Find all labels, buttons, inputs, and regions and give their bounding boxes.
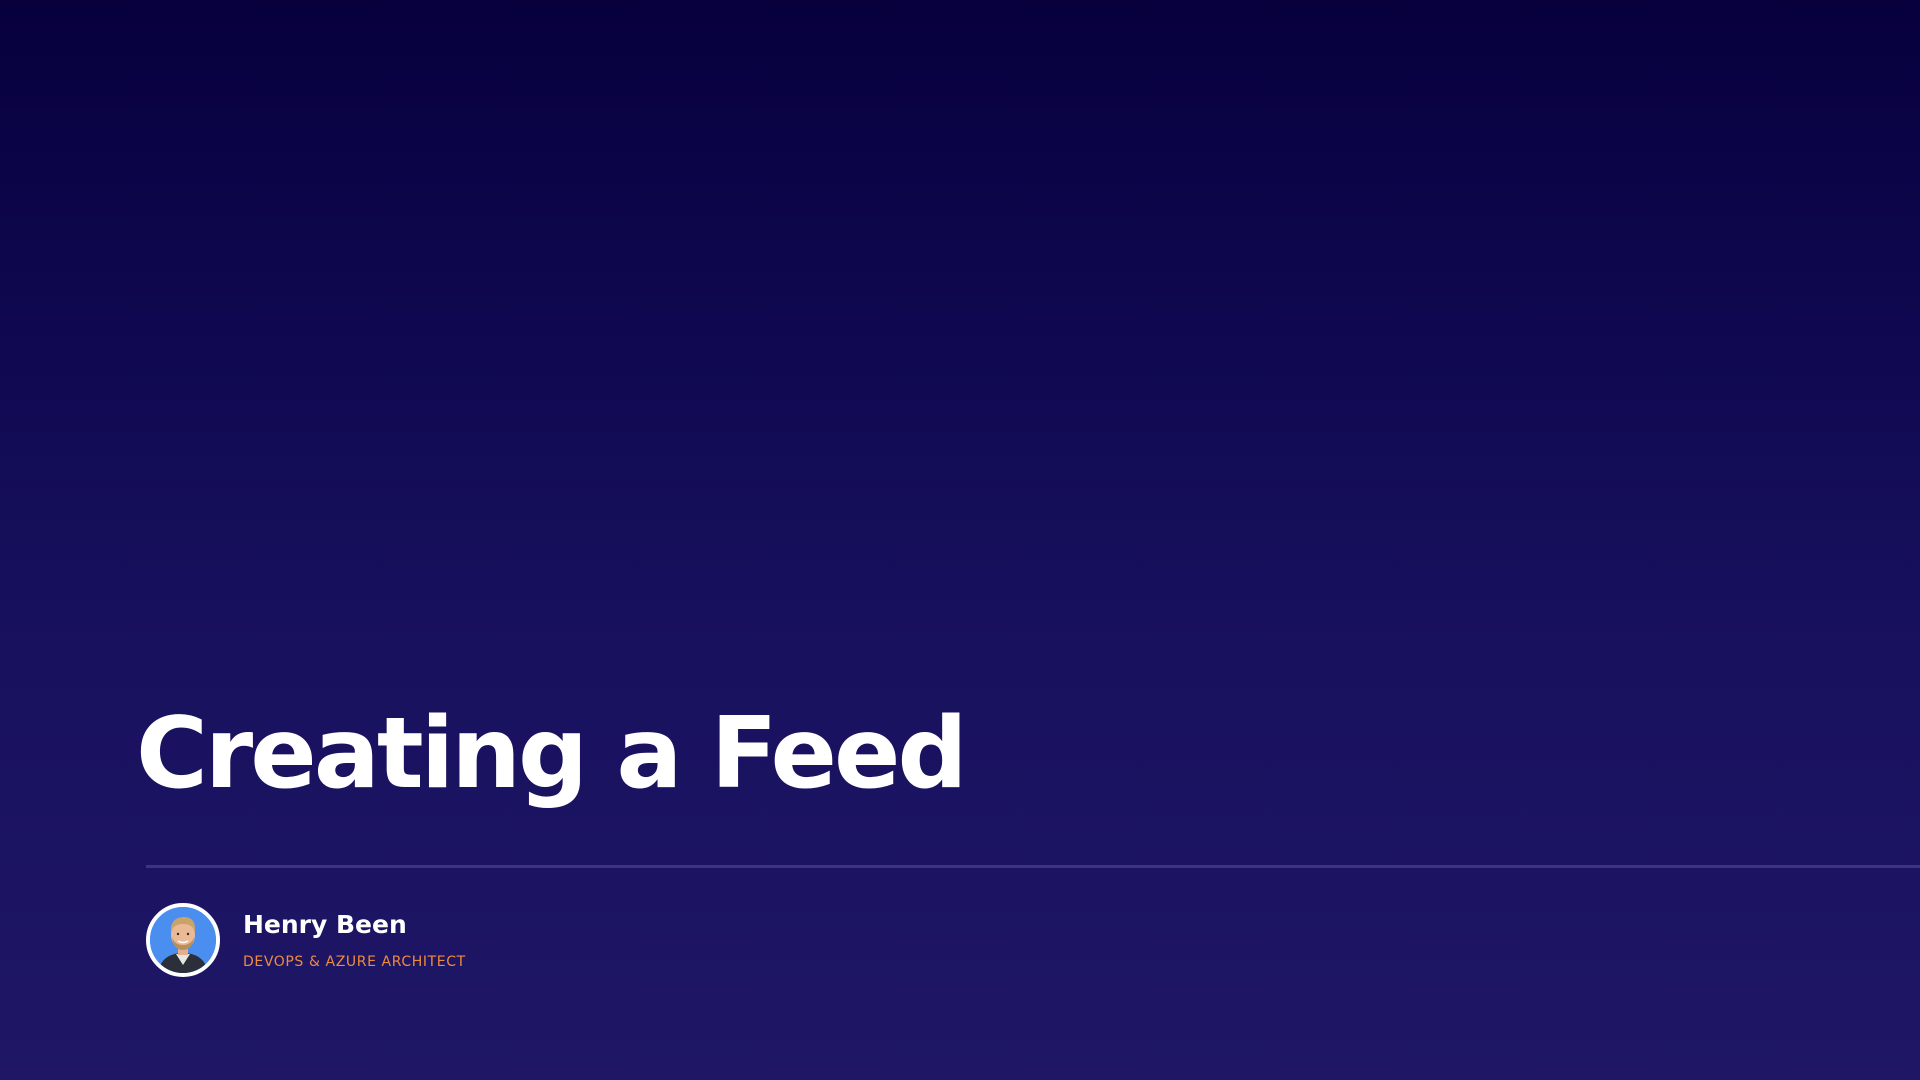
speaker-portrait-icon (150, 907, 216, 973)
divider-line (146, 865, 1920, 868)
title-slide: Creating a Feed Henry Been DEVOPS & AZUR… (0, 0, 1920, 1080)
slide-title: Creating a Feed (136, 697, 968, 811)
speaker-role: DEVOPS & AZURE ARCHITECT (243, 954, 466, 970)
speaker-name: Henry Been (243, 910, 407, 939)
speaker-avatar (146, 903, 220, 977)
